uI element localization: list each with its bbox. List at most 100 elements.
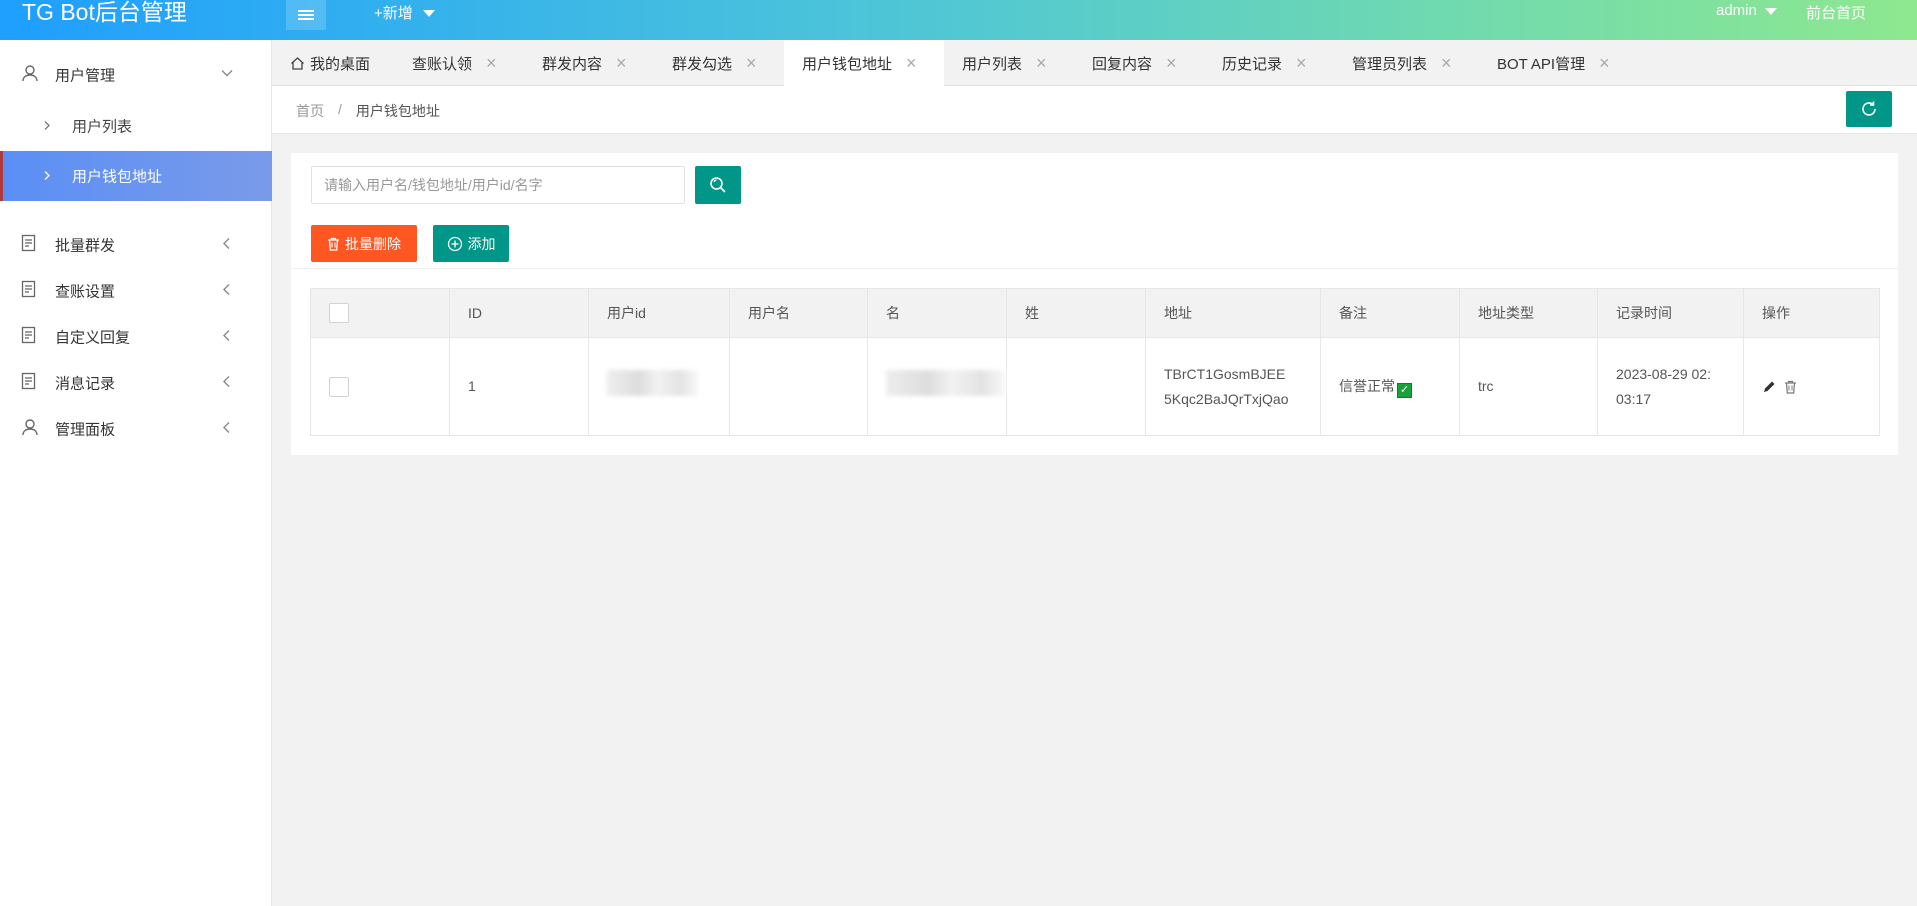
column-header-first-name: 名 (867, 288, 1007, 338)
cell-first-name (867, 337, 1007, 436)
cell-last-name (1006, 337, 1146, 436)
column-header-select (310, 288, 450, 338)
time-line: 03:17 (1616, 390, 1652, 407)
row-actions (1762, 380, 1861, 394)
column-header-actions: 操作 (1743, 288, 1880, 338)
content-card: 批量删除 添加 ID 用户id 用户名 名 姓 地址 备注 地址类型 记录时 (291, 153, 1898, 455)
admin-menu[interactable]: admin (1716, 2, 1777, 19)
tab-reply-content[interactable]: 回复内容 × (1092, 40, 1177, 86)
cell-id: 1 (449, 337, 589, 436)
cell-select (310, 337, 450, 436)
tab-label: 用户钱包地址 (802, 55, 893, 73)
tab-label: 用户列表 (962, 55, 1023, 73)
chevron-left-icon (220, 283, 234, 300)
table-header-row: ID 用户id 用户名 名 姓 地址 备注 地址类型 记录时间 操作 (310, 288, 1880, 338)
cell-actions (1743, 337, 1880, 436)
doc-icon (21, 372, 37, 394)
search-input[interactable] (311, 166, 685, 204)
sidebar-item-label: 批量群发 (55, 237, 116, 255)
close-icon[interactable]: × (1599, 54, 1610, 72)
close-icon[interactable]: × (1441, 54, 1452, 72)
search-icon (709, 176, 727, 194)
sidebar-item-user-wallet-address[interactable]: 用户钱包地址 (0, 151, 272, 201)
close-icon[interactable]: × (1166, 54, 1177, 72)
front-home-link[interactable]: 前台首页 (1806, 2, 1866, 23)
redacted-blur (886, 369, 1006, 396)
close-icon[interactable]: × (486, 54, 497, 72)
cell-user-id (588, 337, 730, 436)
column-header-address-type: 地址类型 (1459, 288, 1598, 338)
redacted-blur (607, 369, 699, 396)
batch-delete-button[interactable]: 批量删除 (311, 225, 417, 262)
refresh-button[interactable] (1846, 91, 1892, 127)
sidebar-item-custom-reply[interactable]: 自定义回复 (0, 314, 272, 360)
tab-label: 群发内容 (542, 55, 603, 73)
sidebar-item-user-list[interactable]: 用户列表 (0, 103, 272, 149)
tab-label: BOT API管理 (1497, 55, 1586, 73)
table-row: 1 TBrCT1GosmBJEE 5Kqc2BaJQrTxjQao 信誉正常 ✓ … (310, 337, 1880, 436)
tab-label: 群发勾选 (672, 55, 733, 73)
caret-down-icon (422, 10, 435, 17)
close-icon[interactable]: × (746, 54, 757, 72)
remark-text: 信誉正常 (1339, 378, 1395, 394)
add-new-menu[interactable]: +新增 (374, 2, 435, 23)
chevron-right-icon (42, 169, 52, 184)
column-header-remark: 备注 (1320, 288, 1460, 338)
plus-circle-icon (447, 236, 463, 252)
tab-bot-api-management[interactable]: BOT API管理 × (1497, 40, 1610, 86)
sidebar-item-batch-send[interactable]: 批量群发 (0, 222, 272, 268)
tab-my-desktop[interactable]: 我的桌面 (290, 40, 370, 86)
sidebar: 用户管理 用户列表 用户钱包地址 批量群发 查账设置 自定义回复 消息记录 管理… (0, 40, 272, 906)
sidebar-item-admin-panel[interactable]: 管理面板 (0, 406, 272, 452)
tab-label: 查账认领 (412, 55, 473, 73)
tab-label: 历史记录 (1222, 55, 1283, 73)
cell-address-type: trc (1459, 337, 1598, 436)
tab-user-list[interactable]: 用户列表 × (962, 40, 1047, 86)
sidebar-item-user-management[interactable]: 用户管理 (0, 52, 272, 98)
sidebar-item-label: 用户钱包地址 (72, 168, 163, 186)
chevron-right-icon (42, 119, 52, 134)
sidebar-item-account-settings[interactable]: 查账设置 (0, 268, 272, 314)
user-icon (21, 64, 39, 86)
column-header-username: 用户名 (729, 288, 868, 338)
edit-icon[interactable] (1762, 380, 1776, 394)
close-icon[interactable]: × (906, 54, 917, 72)
tab-broadcast-select[interactable]: 群发勾选 × (672, 40, 757, 86)
batch-delete-label: 批量删除 (345, 235, 401, 252)
chevron-left-icon (220, 375, 234, 392)
breadcrumb-bar: 首页 / 用户钱包地址 (272, 86, 1917, 134)
cell-username (729, 337, 868, 436)
tab-label: 我的桌面 (310, 55, 371, 73)
caret-down-icon (1764, 8, 1777, 15)
breadcrumb-home[interactable]: 首页 (296, 101, 324, 121)
doc-icon (21, 234, 37, 256)
close-icon[interactable]: × (616, 54, 627, 72)
tab-user-wallet-address[interactable]: 用户钱包地址 × (784, 40, 944, 86)
tab-history[interactable]: 历史记录 × (1222, 40, 1307, 86)
trash-icon[interactable] (1784, 380, 1797, 394)
tab-account-claim[interactable]: 查账认领 × (412, 40, 497, 86)
sidebar-item-label: 消息记录 (55, 375, 116, 393)
menu-icon (298, 9, 314, 21)
search-button[interactable] (695, 166, 741, 204)
doc-icon (21, 280, 37, 302)
cell-address: TBrCT1GosmBJEE 5Kqc2BaJQrTxjQao (1145, 337, 1321, 436)
close-icon[interactable]: × (1036, 54, 1047, 72)
sidebar-toggle-button[interactable] (286, 0, 326, 30)
tab-bar: 我的桌面 查账认领 × 群发内容 × 群发勾选 × 用户钱包地址 × 用户列表 … (272, 40, 1917, 86)
divider (291, 268, 1898, 269)
add-button[interactable]: 添加 (433, 225, 509, 262)
select-all-checkbox[interactable] (329, 303, 349, 323)
tab-admin-list[interactable]: 管理员列表 × (1352, 40, 1452, 86)
breadcrumb-current: 用户钱包地址 (355, 103, 440, 119)
tab-label: 管理员列表 (1352, 55, 1428, 73)
time-line: 2023-08-29 02: (1616, 365, 1711, 382)
address-line: TBrCT1GosmBJEE (1164, 365, 1286, 382)
column-header-id: ID (449, 288, 589, 338)
check-mark-icon: ✓ (1397, 383, 1412, 398)
row-checkbox[interactable] (329, 376, 349, 397)
sidebar-item-label: 用户列表 (72, 118, 133, 136)
sidebar-item-message-records[interactable]: 消息记录 (0, 360, 272, 406)
tab-broadcast-content[interactable]: 群发内容 × (542, 40, 627, 86)
close-icon[interactable]: × (1296, 54, 1307, 72)
